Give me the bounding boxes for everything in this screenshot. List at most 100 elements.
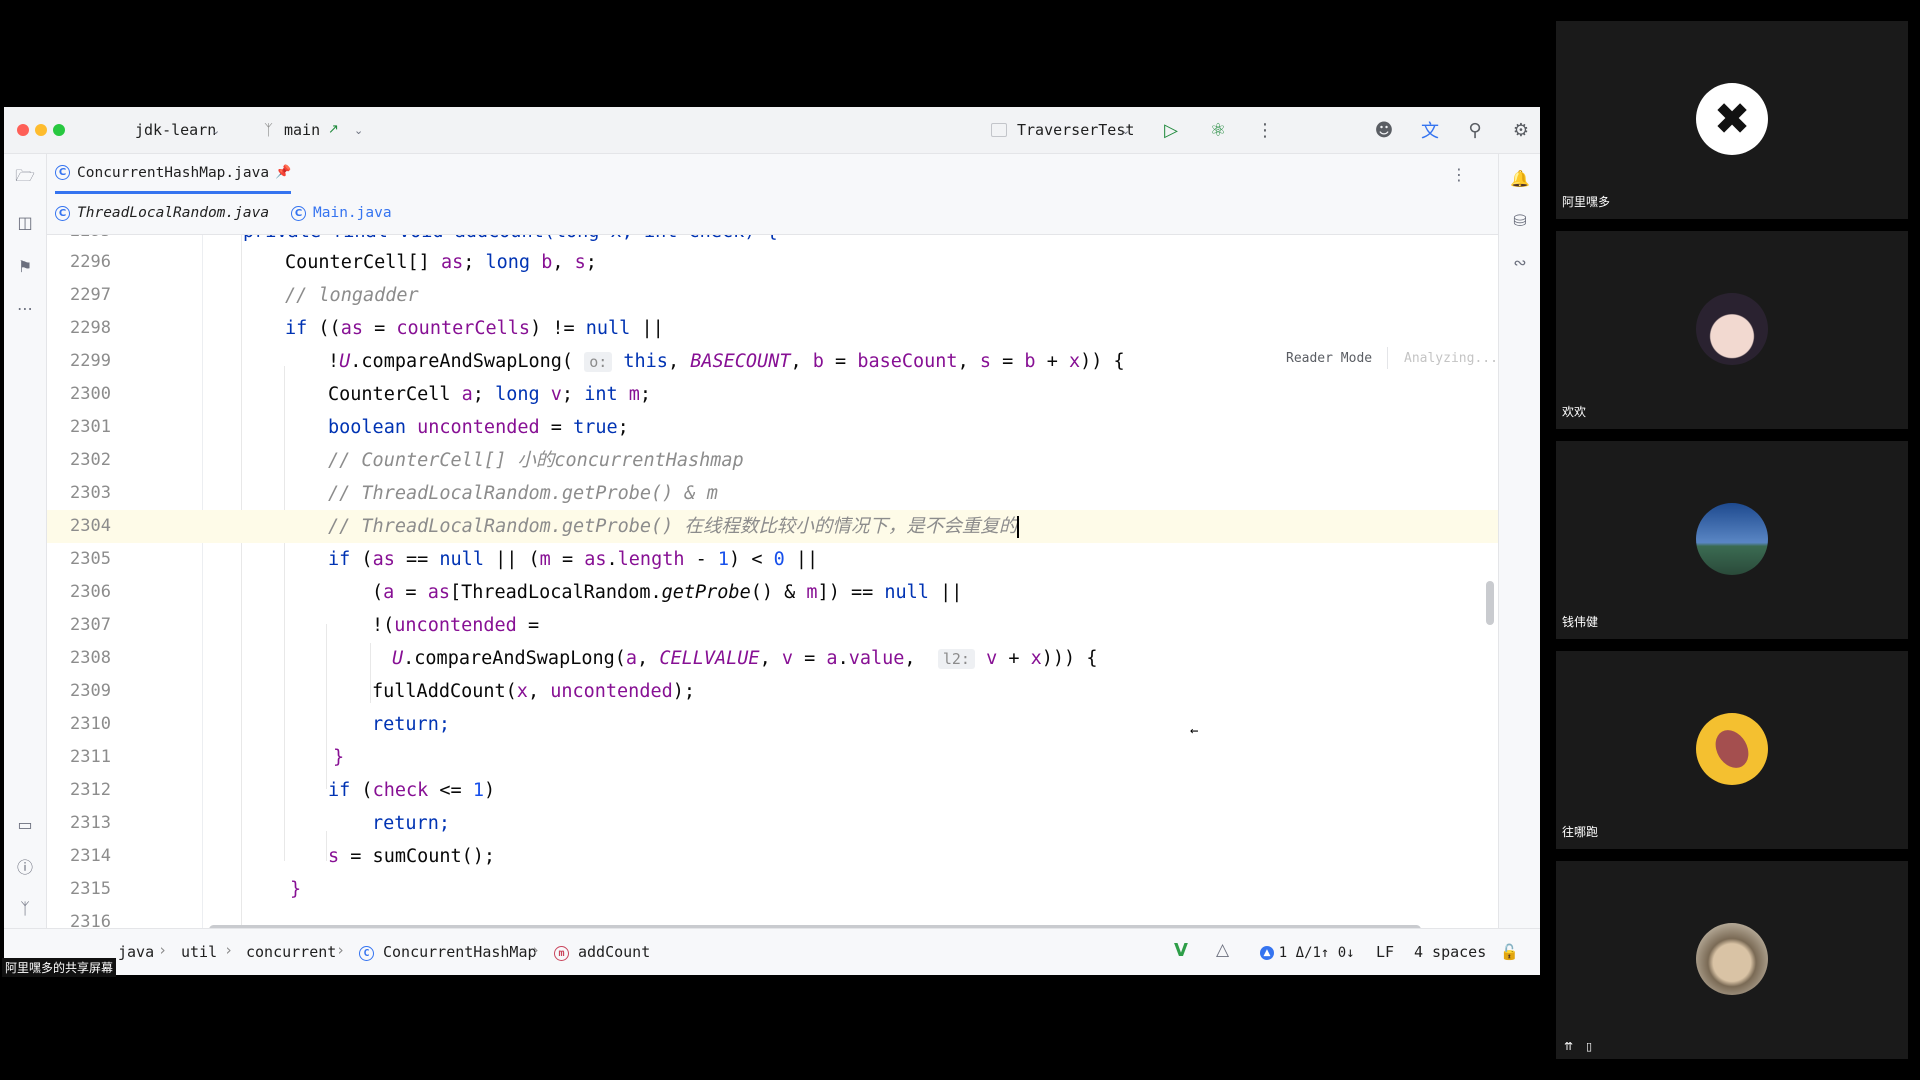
person-icon: ✖ [1713,93,1751,145]
ai-status-icon[interactable]: △ [1216,940,1229,960]
participant-tile[interactable]: 钱伟健 [1556,441,1908,639]
line-number: 2304 [70,516,111,536]
chevron-right-icon: › [224,941,234,959]
line-number: 2311 [70,747,111,767]
folder-icon[interactable]: 🗁 [13,166,37,190]
debug-icon[interactable]: ⚛ [1206,118,1230,142]
breadcrumb-concurrent[interactable]: concurrent [246,943,336,961]
database-icon[interactable]: ⛁ [1508,208,1532,232]
branch-selector[interactable]: ᛉ main ↗ ⌄ [262,107,372,153]
close-window-button[interactable] [17,124,29,136]
breadcrumb-class[interactable]: ConcurrentHashMap [383,943,537,961]
code-line: 2308 U.compareAndSwapLong(a, CELLVALUE, … [47,642,1498,675]
search-icon[interactable]: ⚲ [1463,118,1487,142]
tab-concurrenthashmap[interactable]: C ConcurrentHashMap.java 📌 [55,154,292,194]
breadcrumb-method[interactable]: addCount [578,943,650,961]
code-text: // ThreadLocalRandom.getProbe() 在线程数比较小的… [328,510,1020,543]
comment-text: // ThreadLocalRandom.getProbe() 在线程数比较小的… [328,516,1018,537]
maximize-window-button[interactable] [53,124,65,136]
code-text: } [290,879,302,900]
problems-icon[interactable]: ⓘ [13,854,37,878]
line-number: 2297 [70,285,111,305]
participant-tile[interactable]: 欢欢 [1556,231,1908,429]
reader-mode-button[interactable]: Reader Mode [1286,351,1372,366]
participant-name: 往哪跑 [1562,825,1599,839]
code-text: s = sumCount(); [328,846,496,867]
terminal-icon[interactable]: ▭ [13,812,37,836]
indent-setting[interactable]: 4 spaces [1414,943,1486,961]
code-line: 2310 return; [47,708,1498,741]
tab-options-icon[interactable]: ⋮ [1447,162,1471,186]
avatar [1696,713,1768,785]
bookmark-icon[interactable]: ⚑ [13,254,37,278]
code-line: 2309 fullAddCount(x, uncontended); [47,675,1498,708]
minimize-window-button[interactable] [35,124,47,136]
line-number: 2296 [70,252,111,272]
participant-name: 阿里嘿多 [1562,195,1611,209]
more-tools-icon[interactable]: ⋯ [13,296,37,320]
meeting-bottom-bar: ⇈ ▯ [1556,1036,1908,1060]
code-line: 2302 // CounterCell[] 小的concurrentHashma… [47,444,1498,477]
translate-icon[interactable]: 文 [1418,118,1442,142]
code-line: 2305 if (as == null || (m = as.length - … [47,543,1498,576]
run-config-name: TraverserTest [1017,121,1135,139]
lock-icon[interactable]: 🔓 [1500,943,1519,961]
line-number: 2302 [70,450,111,470]
notifications-icon[interactable]: 🔔 [1508,166,1532,190]
code-text: CounterCell[] as; long b, s; [285,252,597,273]
line-separator[interactable]: LF [1376,943,1394,961]
code-line: 2315 } [47,873,1498,906]
vertical-scrollbar[interactable] [1486,581,1494,625]
git-icon[interactable]: ᛉ [13,896,37,920]
code-text: // ThreadLocalRandom.getProbe() & m [328,483,718,504]
structure-icon[interactable]: ◫ [13,210,37,234]
code-line: 2312 if (check <= 1) [47,774,1498,807]
problems-count: 1 Δ/1↑ 0↓ [1278,945,1355,961]
tab-threadlocalrandom[interactable]: C ThreadLocalRandom.java [55,194,269,232]
code-editor[interactable]: 2295 private final void addCount(long x,… [47,235,1498,928]
expand-icon[interactable]: ⇈ [1564,1040,1573,1053]
line-number: 2300 [70,384,111,404]
project-selector[interactable]: jdk-learn ⌄ [131,107,231,153]
current-code-line: 2304 // ThreadLocalRandom.getProbe() 在线程… [47,510,1498,543]
chevron-down-icon: ⌄ [354,124,364,137]
vim-icon[interactable]: V [1174,940,1188,961]
more-actions-icon[interactable]: ⋮ [1253,118,1277,142]
text-caret [1017,516,1020,538]
code-text: (a = as[ThreadLocalRandom.getProbe() & m… [372,582,963,603]
gear-icon[interactable]: ⚙ [1509,118,1533,142]
code-text: return; [372,714,450,735]
line-number: 2299 [70,351,111,371]
ai-assistant-icon[interactable]: ∾ [1508,250,1532,274]
line-number: 2309 [70,681,111,701]
line-number: 2303 [70,483,111,503]
divider [1387,347,1388,369]
code-text: // CounterCell[] 小的concurrentHashmap [328,450,744,471]
run-config-selector[interactable]: TraverserTest ⌄ [985,107,1135,153]
participant-tile[interactable]: ✖ 阿里嘿多 [1556,21,1908,219]
line-number: 2307 [70,615,111,635]
add-user-icon[interactable]: ☻ [1372,118,1396,142]
git-branch-icon: ᛉ [264,121,274,139]
code-line: 2298 if ((as = counterCells) != null || [47,312,1498,345]
chevron-down-icon: ⌄ [1121,124,1131,137]
tab-main[interactable]: C Main.java [291,194,392,232]
chevron-right-icon: › [336,941,346,959]
line-number: 2312 [70,780,111,800]
line-number: 2315 [70,879,111,899]
code-line: 2301 boolean uncontended = true; [47,411,1498,444]
code-text: !(uncontended = [372,615,540,636]
line-number: 2298 [70,318,111,338]
run-icon[interactable]: ▷ [1159,118,1183,142]
participant-name: 欢欢 [1562,405,1587,419]
breadcrumb-util[interactable]: util [181,943,217,961]
line-number: 2306 [70,582,111,602]
participant-tile[interactable] [1556,861,1908,1059]
window-icon[interactable]: ▯ [1586,1040,1592,1053]
participant-tile[interactable]: 往哪跑 [1556,651,1908,849]
warning-icon: ▲ [1260,945,1274,960]
breadcrumb-java[interactable]: java [118,943,154,961]
problems-indicator[interactable]: ▲ 1 Δ/1↑ 0↓ [1260,943,1355,961]
title-bar: jdk-learn ⌄ ᛉ main ↗ ⌄ TraverserTest ⌄ ▷… [4,107,1540,154]
avatar [1696,923,1768,995]
